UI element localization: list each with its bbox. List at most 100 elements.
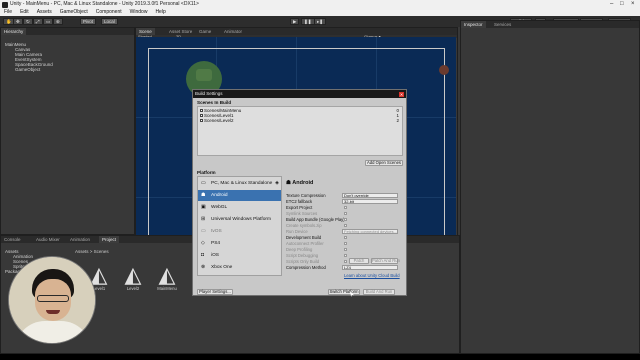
- scale-tool-icon[interactable]: ⤢: [33, 18, 43, 25]
- window-title: Unity - MainMenu - PC, Mac & Linux Stand…: [10, 1, 199, 7]
- patch-button[interactable]: Patch: [349, 258, 369, 264]
- run-device-dropdown[interactable]: Fetching connected devices...: [342, 229, 398, 234]
- rotate-tool-icon[interactable]: ↻: [23, 18, 33, 25]
- presenter-mouth: [46, 310, 60, 314]
- local-toggle[interactable]: Local: [101, 18, 118, 25]
- menu-window[interactable]: Window: [126, 9, 152, 16]
- switch-platform-button[interactable]: Switch Platform: [328, 289, 360, 295]
- menu-bar: File Edit Assets GameObject Component Wi…: [0, 9, 640, 16]
- presenter-glasses: [37, 295, 69, 302]
- export-project-checkbox[interactable]: [344, 206, 347, 209]
- step-button[interactable]: ▸❚: [314, 18, 327, 25]
- asset-scene-level2[interactable]: ◭ Level2: [121, 262, 145, 292]
- rect-tool-icon[interactable]: ▭: [43, 18, 54, 25]
- dialog-title: Build Settings: [193, 90, 406, 98]
- symlink-sources-checkbox[interactable]: [344, 212, 347, 215]
- setting-label: Development Build: [286, 235, 322, 240]
- platform-item-ios[interactable]: ◘ iOS: [198, 250, 281, 261]
- checkbox-checked[interactable]: [200, 114, 203, 118]
- setting-label: ETC2 fallback: [286, 199, 313, 204]
- checkbox-checked[interactable]: [200, 119, 203, 123]
- script-debugging-checkbox[interactable]: [344, 254, 347, 257]
- build-app-bundle-checkbox[interactable]: [344, 218, 347, 221]
- inspector-panel: Inspector Services: [460, 20, 640, 354]
- asset-scene-mainmenu[interactable]: ◭ MainMenu: [155, 264, 179, 292]
- scripts-only-build-checkbox[interactable]: [344, 260, 347, 263]
- tab-services[interactable]: Services: [491, 21, 514, 28]
- setting-symlink-sources: Symlink Sources: [286, 211, 401, 216]
- scene-row[interactable]: Scenes/Level2 2: [200, 118, 402, 123]
- tab-console[interactable]: Console: [1, 236, 24, 243]
- cloud-build-link[interactable]: Learn about Unity Cloud Build: [344, 273, 400, 278]
- pivot-toggle[interactable]: Pivot: [80, 18, 97, 25]
- platform-item-ps4[interactable]: ◇ PS4: [198, 238, 281, 249]
- platform-label: WebGL: [211, 205, 228, 210]
- unity-scene-icon: ◭: [124, 262, 142, 287]
- compression-method-dropdown[interactable]: LZ4: [342, 265, 398, 270]
- monitor-icon: ▭: [201, 180, 206, 186]
- tab-audio-mixer[interactable]: Audio Mixer: [33, 236, 63, 243]
- platform-item-android[interactable]: ☗ Android: [198, 190, 281, 201]
- pause-button[interactable]: ❚❚: [301, 18, 315, 25]
- create-symbols-checkbox[interactable]: [344, 224, 347, 227]
- tab-project[interactable]: Project: [99, 236, 120, 243]
- etc2-fallback-dropdown[interactable]: 32-bit: [342, 199, 398, 204]
- add-open-scenes-button[interactable]: Add Open Scenes: [365, 160, 403, 166]
- menu-help[interactable]: Help: [151, 9, 169, 16]
- setting-label: Script Debugging: [286, 253, 319, 258]
- tab-game[interactable]: Game: [196, 28, 214, 35]
- platform-item-xbox[interactable]: ⊗ Xbox One: [198, 262, 281, 273]
- setting-run-device: Run Device Fetching connected devices...: [286, 229, 401, 234]
- inspector-tabbar: Inspector Services: [461, 21, 639, 28]
- development-build-checkbox[interactable]: [344, 236, 347, 239]
- platform-item-webgl[interactable]: ▣ WebGL: [198, 202, 281, 213]
- platform-item-standalone[interactable]: ▭ PC, Mac & Linux Standalone ◈: [198, 178, 281, 189]
- autoconnect-profiler-checkbox[interactable]: [344, 242, 347, 245]
- unity-logo-icon: ◈: [275, 180, 279, 186]
- platform-item-tvos[interactable]: ▭ tvOS: [198, 226, 281, 237]
- checkbox-checked[interactable]: [200, 109, 203, 113]
- play-button[interactable]: ▶: [290, 18, 300, 25]
- transform-tool-icon[interactable]: ⊕: [53, 18, 63, 25]
- maximize-icon[interactable]: □: [620, 1, 624, 8]
- menu-file[interactable]: File: [0, 9, 16, 16]
- setting-etc2-fallback: ETC2 fallback 32-bit: [286, 199, 401, 204]
- player-settings-button[interactable]: Player Settings...: [197, 289, 233, 295]
- setting-label: Run Device: [286, 229, 308, 234]
- ps4-icon: ◇: [201, 240, 205, 246]
- menu-component[interactable]: Component: [92, 9, 126, 16]
- tab-hierarchy[interactable]: Hierarchy: [1, 28, 27, 35]
- hierarchy-tree: MainMenu Canvas Main Camera EventSystem …: [3, 42, 53, 72]
- hierarchy-item[interactable]: GameObject: [3, 67, 53, 72]
- platform-label: PC, Mac & Linux Standalone: [211, 181, 273, 186]
- tab-inspector[interactable]: Inspector: [461, 21, 486, 28]
- title-bar: Unity - MainMenu - PC, Mac & Linux Stand…: [0, 0, 640, 9]
- hierarchy-panel: Hierarchy MainMenu Canvas Main Camera Ev…: [0, 27, 135, 235]
- dialog-close-icon[interactable]: ✕: [399, 91, 404, 97]
- platform-list: ▭ PC, Mac & Linux Standalone ◈ ☗ Android ▣…: [197, 176, 282, 276]
- menu-gameobject[interactable]: GameObject: [56, 9, 92, 16]
- texture-compression-dropdown[interactable]: Don't override: [342, 193, 398, 198]
- patch-and-run-button[interactable]: Patch And Run: [371, 258, 400, 264]
- setting-label: Autoconnect Profiler: [286, 241, 324, 246]
- platform-item-uwp[interactable]: ⊞ Universal Windows Platform: [198, 214, 281, 225]
- tab-animator[interactable]: Animator: [221, 28, 245, 35]
- unity-logo-icon: [2, 1, 8, 8]
- setting-export-project: Export Project: [286, 205, 401, 210]
- platform-label: Android: [211, 193, 228, 198]
- build-and-run-button[interactable]: Build And Run: [363, 289, 395, 295]
- menu-edit[interactable]: Edit: [16, 9, 33, 16]
- menu-assets[interactable]: Assets: [33, 9, 56, 16]
- ios-icon: ◘: [201, 252, 205, 258]
- move-tool-icon[interactable]: ✥: [13, 18, 23, 25]
- deep-profiling-checkbox[interactable]: [344, 248, 347, 251]
- setting-label: Build App Bundle (Google Play): [286, 217, 345, 222]
- setting-autoconnect-profiler: Autoconnect Profiler: [286, 241, 401, 246]
- moon-sprite[interactable]: [439, 65, 449, 75]
- close-icon[interactable]: ×: [631, 1, 635, 8]
- tab-animation[interactable]: Animation: [67, 236, 93, 243]
- setting-label: Symlink Sources: [286, 211, 318, 216]
- windows-icon: ⊞: [201, 216, 206, 222]
- platform-header: Platform: [197, 170, 216, 175]
- minimize-icon[interactable]: –: [610, 1, 613, 8]
